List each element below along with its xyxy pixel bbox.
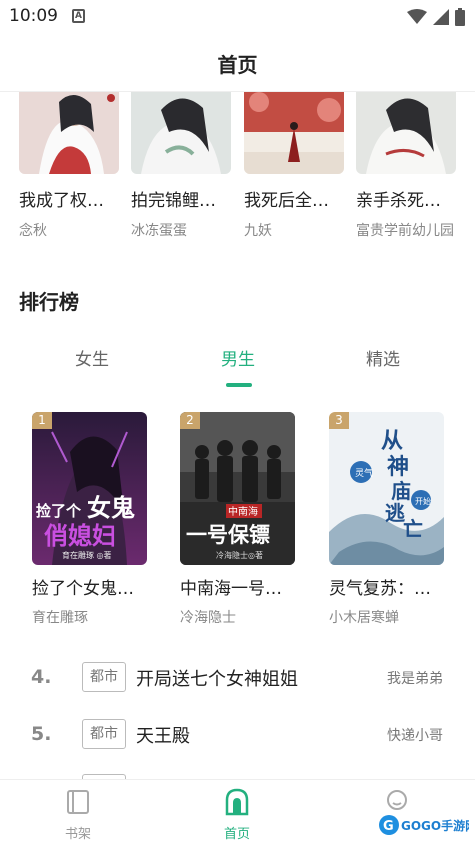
nav-home[interactable]: 首页 (197, 788, 277, 842)
book-card[interactable]: 我成了权… 念秋 (19, 92, 119, 241)
genre-tag: 都市 (82, 662, 126, 692)
book-title: 灵气复苏：… (329, 579, 431, 599)
book-title: 中南海一号… (180, 579, 282, 599)
svg-text:开始: 开始 (415, 496, 431, 506)
svg-text:捡了个: 捡了个 (36, 502, 82, 520)
svg-text:亡: 亡 (403, 517, 423, 541)
active-tab-indicator (226, 383, 252, 387)
book-cover[interactable] (356, 92, 456, 174)
book-title: 我成了权… (19, 191, 104, 211)
book-title: 捡了个女鬼… (32, 579, 134, 599)
svg-text:G: G (383, 819, 394, 834)
book-title: 天王殿 (136, 726, 190, 747)
signal-icon (433, 9, 449, 25)
ranking-list-item[interactable]: 4. 都市 开局送七个女神姐姐 我是弟弟 (0, 660, 475, 700)
nav-bookshelf[interactable]: 书架 (38, 788, 118, 842)
battery-icon (455, 8, 465, 26)
book-author: 育在雕琢 (32, 610, 88, 626)
tab-female[interactable]: 女生 (32, 345, 152, 370)
genre-tag: 都市 (82, 719, 126, 749)
sim-icon: A (72, 9, 85, 23)
home-icon (225, 788, 249, 816)
nav-label: 书架 (64, 827, 91, 842)
svg-text:中南海: 中南海 (228, 505, 258, 518)
book-title: 亲手杀死… (356, 191, 441, 211)
ranking-list-item[interactable]: 5. 都市 天王殿 快递小哥 (0, 717, 475, 757)
rank-badge: 1 (32, 412, 52, 429)
ranked-book-card[interactable]: 捡了个 女鬼 俏媳妇 育在雕琢 ◎著 1 捡了个女鬼… 育在雕琢 (32, 412, 147, 627)
svg-text:女鬼: 女鬼 (87, 494, 135, 522)
book-cover[interactable] (131, 92, 231, 174)
book-title: 开局送七个女神姐姐 (136, 669, 298, 690)
book-cover[interactable]: 捡了个 女鬼 俏媳妇 育在雕琢 ◎著 1 (32, 412, 147, 565)
book-card[interactable]: 我死后全… 九妖 (244, 92, 344, 241)
book-cover[interactable] (19, 92, 119, 174)
book-cover[interactable]: 从 神 庙 逃 亡 灵气 开始 3 (329, 412, 444, 565)
rank-badge: 3 (329, 412, 349, 429)
book-cover[interactable] (244, 92, 344, 174)
svg-text:GOGO手游网: GOGO手游网 (401, 818, 469, 833)
svg-text:从: 从 (381, 429, 403, 454)
ranking-section-title: 排行榜 (19, 290, 79, 314)
bookshelf-icon (67, 790, 89, 814)
book-cover[interactable]: 中南海 一号保镖 冷海隐士◎著 2 (180, 412, 295, 565)
book-author: 我是弟弟 (387, 671, 443, 687)
page-title: 首页 (217, 53, 258, 77)
book-title: 我死后全… (244, 191, 329, 211)
recommended-book-row: 我成了权… 念秋 拍完锦鲤… 冰冻蛋蛋 我死后全… 九妖 亲手杀死… 富贵学前幼… (0, 92, 475, 262)
list-rank-number: 4. (31, 666, 52, 688)
svg-text:灵气: 灵气 (355, 467, 373, 479)
book-author: 冷海隐士 (180, 610, 236, 626)
book-card[interactable]: 亲手杀死… 富贵学前幼儿园 (356, 92, 456, 241)
svg-text:育在雕琢 ◎著: 育在雕琢 ◎著 (62, 550, 112, 560)
site-watermark: G GOGO手游网 (377, 812, 475, 838)
app-header: 首页 (0, 34, 475, 92)
ranked-book-card[interactable]: 中南海 一号保镖 冷海隐士◎著 2 中南海一号… 冷海隐士 (180, 412, 295, 627)
status-time: 10:09 (9, 6, 58, 26)
rank-badge: 2 (180, 412, 200, 429)
tab-male[interactable]: 男生 (178, 345, 298, 370)
list-rank-number: 5. (31, 723, 52, 745)
status-bar: 10:09 A (0, 0, 475, 34)
book-title: 拍完锦鲤… (131, 191, 216, 211)
svg-text:冷海隐士◎著: 冷海隐士◎著 (216, 550, 263, 560)
nav-label: 首页 (223, 827, 250, 842)
book-author: 富贵学前幼儿园 (356, 223, 454, 239)
svg-text:俏媳妇: 俏媳妇 (44, 522, 116, 550)
status-icons (407, 8, 465, 26)
svg-text:庙: 庙 (391, 479, 411, 503)
book-author: 冰冻蛋蛋 (131, 223, 187, 239)
book-author: 念秋 (19, 223, 47, 239)
wifi-icon (407, 9, 427, 24)
svg-text:神: 神 (387, 454, 409, 480)
svg-text:一号保镖: 一号保镖 (186, 523, 270, 547)
ranked-book-card[interactable]: 从 神 庙 逃 亡 灵气 开始 3 灵气复苏：… 小木居寒蝉 (329, 412, 444, 627)
book-author: 小木居寒蝉 (329, 610, 399, 626)
book-card[interactable]: 拍完锦鲤… 冰冻蛋蛋 (131, 92, 231, 241)
book-author: 快递小哥 (387, 728, 443, 744)
book-author: 九妖 (244, 223, 272, 239)
ranking-tabs: 女生 男生 精选 (0, 345, 475, 390)
tab-featured[interactable]: 精选 (323, 345, 443, 370)
